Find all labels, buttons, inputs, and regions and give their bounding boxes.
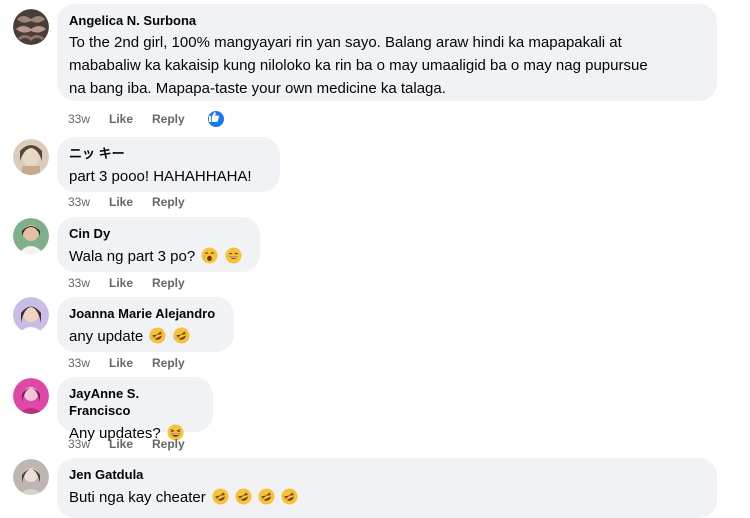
- comment-actions: 33w Like Reply: [68, 275, 204, 291]
- avatar[interactable]: [13, 139, 49, 175]
- rofl-face-icon: [258, 488, 275, 505]
- comment-actions: 33w Like Reply: [68, 436, 204, 452]
- comment-bubble: ニッ キー part 3 pooo! HAHAHHAHA!: [57, 137, 280, 192]
- comment-bubble: Jen Gatdula Buti nga kay cheater: [57, 458, 717, 518]
- comment-text: any update: [69, 328, 144, 345]
- like-button[interactable]: Like: [109, 436, 152, 452]
- reply-button[interactable]: Reply: [152, 111, 204, 127]
- like-button[interactable]: Like: [109, 111, 152, 127]
- avatar[interactable]: [13, 218, 49, 254]
- comment-text-row: Buti nga kay cheater: [69, 488, 705, 508]
- comment-bubble: Joanna Marie Alejandro any update: [57, 297, 234, 352]
- grinning-sweat-face-icon: [225, 247, 242, 264]
- comment-text: na bang iba. Mapapa-taste your own medic…: [69, 80, 446, 97]
- reply-button[interactable]: Reply: [152, 194, 204, 210]
- comment-author[interactable]: Angelica N. Surbona: [69, 12, 705, 29]
- reply-button[interactable]: Reply: [152, 436, 204, 452]
- avatar[interactable]: [13, 297, 49, 333]
- comment-text: part 3 pooo! HAHAHHAHA!: [69, 168, 252, 185]
- rofl-face-icon: [173, 327, 190, 344]
- rofl-face-icon: [149, 327, 166, 344]
- comment-author[interactable]: Joanna Marie Alejandro: [69, 305, 222, 322]
- comment-timestamp[interactable]: 33w: [68, 275, 109, 291]
- comment-timestamp[interactable]: 33w: [68, 111, 109, 127]
- comment-text: Buti nga kay cheater: [69, 489, 206, 506]
- comment-timestamp[interactable]: 33w: [68, 436, 109, 452]
- comment-author[interactable]: ニッ キー: [69, 145, 268, 162]
- crying-laughing-face-icon: [201, 247, 218, 264]
- comment-timestamp[interactable]: 33w: [68, 194, 109, 210]
- thumbs-up-icon[interactable]: [206, 109, 226, 129]
- comment-timestamp[interactable]: 33w: [68, 355, 109, 371]
- avatar[interactable]: [13, 9, 49, 45]
- comment-actions: 33w Like Reply: [68, 109, 226, 129]
- comment-text-row: any update: [69, 327, 222, 347]
- like-button[interactable]: Like: [109, 194, 152, 210]
- comment-text: Wala ng part 3 po?: [69, 248, 196, 265]
- comment-actions: 33w Like Reply: [68, 355, 204, 371]
- comment-text-row: Wala ng part 3 po?: [69, 247, 248, 267]
- rofl-face-icon: [281, 488, 298, 505]
- like-button[interactable]: Like: [109, 355, 152, 371]
- comment-text: mababaliw ka kakaisip kung niloloko ka r…: [69, 57, 648, 74]
- reply-button[interactable]: Reply: [152, 355, 204, 371]
- comment-author[interactable]: JayAnne S. Francisco: [69, 385, 201, 419]
- avatar[interactable]: [13, 459, 49, 495]
- avatar[interactable]: [13, 378, 49, 414]
- rofl-face-icon: [235, 488, 252, 505]
- comment-author[interactable]: Jen Gatdula: [69, 466, 705, 483]
- rofl-face-icon: [212, 488, 229, 505]
- comment-text: To the 2nd girl, 100% mangyayari rin yan…: [69, 34, 622, 51]
- reply-button[interactable]: Reply: [152, 275, 204, 291]
- comment-bubble: Angelica N. Surbona To the 2nd girl, 100…: [57, 4, 717, 101]
- comment-bubble: Cin Dy Wala ng part 3 po?: [57, 217, 260, 272]
- like-button[interactable]: Like: [109, 275, 152, 291]
- comment-author[interactable]: Cin Dy: [69, 225, 248, 242]
- comment-actions: 33w Like Reply: [68, 194, 204, 210]
- comment-bubble: JayAnne S. Francisco Any updates?: [57, 377, 213, 442]
